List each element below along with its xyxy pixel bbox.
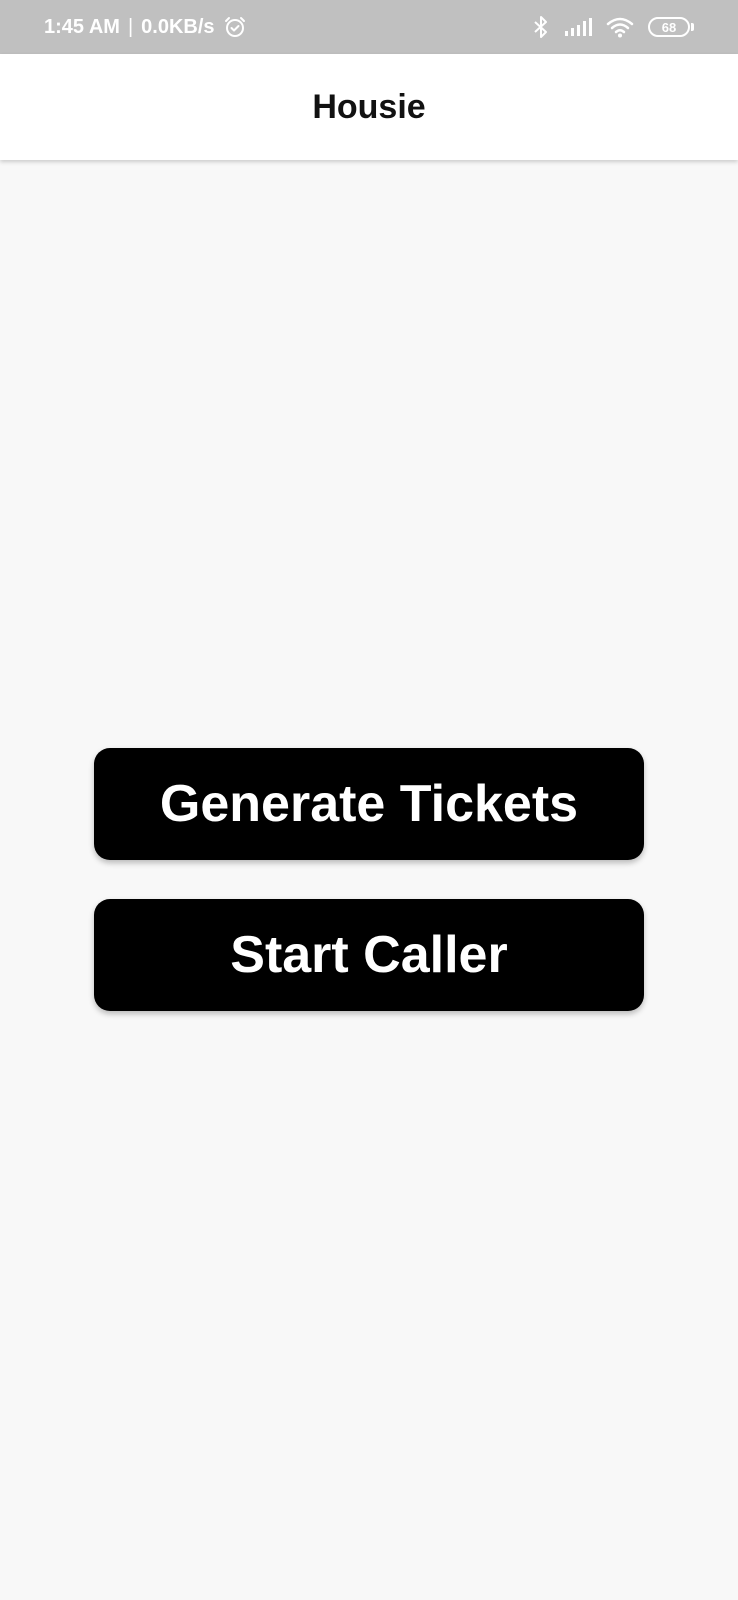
generate-tickets-button[interactable]: Generate Tickets: [94, 748, 644, 860]
status-bar: 1:45 AM | 0.0KB/s 68: [0, 0, 738, 54]
generate-tickets-label: Generate Tickets: [159, 775, 579, 833]
signal-icon: [564, 17, 592, 37]
alarm-icon: [223, 15, 247, 39]
status-time: 1:45 AM: [44, 15, 120, 38]
start-caller-button[interactable]: Start Caller: [94, 899, 644, 1011]
page-title: Housie: [312, 87, 426, 126]
app-bar: Housie: [0, 54, 738, 160]
status-right: 68: [532, 15, 694, 39]
battery-level: 68: [648, 17, 690, 37]
network-speed: 0.0KB/s: [141, 15, 215, 38]
bluetooth-icon: [532, 15, 550, 39]
status-separator: |: [127, 15, 134, 38]
wifi-icon: [606, 16, 634, 38]
status-left: 1:45 AM | 0.0KB/s: [44, 15, 247, 39]
start-caller-label: Start Caller: [230, 926, 508, 984]
battery-icon: 68: [648, 17, 694, 37]
battery-tip: [691, 23, 694, 31]
